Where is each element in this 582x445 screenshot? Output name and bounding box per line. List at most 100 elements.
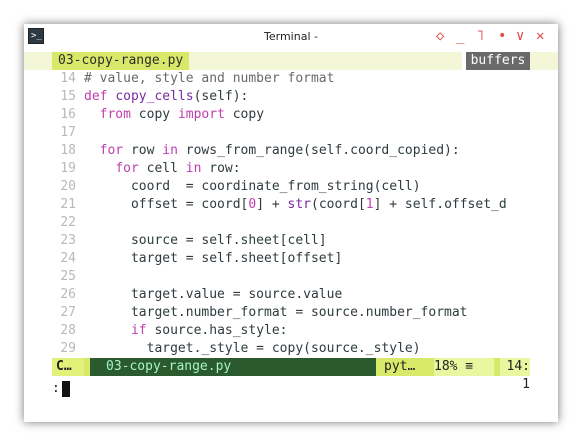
code-token: row [123, 143, 163, 158]
code-token: offset = coord[ [84, 197, 249, 212]
code-token: ] + [256, 197, 288, 212]
cursor-position: 14: 1 [500, 358, 530, 392]
line-number: 19 [60, 161, 76, 176]
code-text: if source.has_style: [84, 322, 288, 340]
code-token: target = self.sheet[offset] [84, 251, 343, 266]
code-text: for cell in row: [84, 160, 241, 178]
code-token: target.value = source.value [84, 287, 343, 302]
code-token: for [115, 161, 139, 176]
code-line: 25 [24, 268, 558, 286]
text-cursor [61, 380, 70, 397]
line-number: 23 [60, 233, 76, 248]
line-number: 22 [60, 215, 76, 230]
code-token: in [162, 143, 178, 158]
code-token: copy [224, 107, 265, 122]
code-text: coord = coordinate_from_string(cell) [84, 178, 421, 196]
code-token: row: [201, 161, 241, 176]
code-token: rows_from_range(self.coord_copied): [177, 143, 460, 158]
line-number: 29 [60, 341, 76, 356]
line-number: 21 [60, 197, 76, 212]
code-line: 22 [24, 214, 558, 232]
code-editor[interactable]: 14 # value, style and number format 15 def … [24, 70, 558, 358]
filename: 03-copy-range.py [106, 359, 232, 374]
code-line: 27 target.number_format = source.number_… [24, 304, 558, 322]
tab-active[interactable]: 03-copy-range.py [52, 52, 190, 70]
code-token: # value, style and number format [84, 71, 335, 86]
line-number: 20 [60, 179, 76, 194]
code-token: cell [138, 161, 186, 176]
line-number: 16 [60, 107, 76, 122]
line-number: 25 [60, 269, 76, 284]
close-icon[interactable]: ✕ [536, 27, 544, 45]
line-number: 14 [60, 71, 76, 86]
code-text: # value, style and number format [84, 70, 334, 88]
code-line: 15 def copy_cells(self): [24, 88, 558, 106]
line-number: 27 [60, 305, 76, 320]
code-line: 28 if source.has_style: [24, 322, 558, 340]
command-line[interactable]: : [52, 380, 70, 398]
code-token: 1 [365, 197, 374, 212]
code-token: (self): [193, 89, 249, 104]
bullet-icon[interactable]: • [498, 27, 506, 45]
code-text: source = self.sheet[cell] [84, 232, 327, 250]
code-token: for [99, 143, 124, 158]
code-token: in [185, 161, 202, 176]
code-token: from [99, 107, 131, 122]
code-token: ] + self.offset_d [373, 197, 507, 212]
code-text: from copy import copy [84, 106, 264, 124]
terminal-window: >_ Terminal - ◇ _ ˥ • ∨ ✕ 03-copy-range.… [24, 24, 558, 422]
code-token: coord = coordinate_from_string(cell) [84, 179, 421, 194]
code-text: offset = coord[0] + str(coord[1] + self.… [84, 196, 507, 214]
filetype: pyt… [384, 358, 424, 376]
code-line: 23 source = self.sheet[cell] [24, 232, 558, 250]
terminal-area[interactable]: 03-copy-range.py buffers 14 # value, styl… [24, 52, 558, 422]
scroll-percent: 18% ≡ [434, 358, 494, 376]
code-text: target.number_format = source.number_for… [84, 304, 468, 322]
code-line: 26 target.value = source.value [24, 286, 558, 304]
code-line: 29 target._style = copy(source._style) [24, 340, 558, 358]
code-line: 19 for cell in row: [24, 160, 558, 178]
line-number: 18 [60, 143, 76, 158]
code-token: source.has_style: [146, 323, 288, 338]
code-token: target._style = copy(source._style) [84, 341, 421, 356]
code-token: copy_cells [115, 89, 194, 104]
buffers-label[interactable]: buffers [466, 52, 530, 70]
line-number: 17 [60, 125, 76, 140]
code-text: target.value = source.value [84, 286, 342, 304]
statusline: C… 03-copy-range.py pyt… 18% ≡ 14: 1 [52, 358, 530, 392]
title-bar: >_ Terminal - ◇ _ ˥ • ∨ ✕ [24, 24, 558, 52]
code-line: 16 from copy import copy [24, 106, 558, 124]
code-text: for row in rows_from_range(self.coord_co… [84, 142, 460, 160]
code-token: if [130, 323, 147, 338]
mode-indicator: C… [52, 358, 84, 376]
code-line: 14 # value, style and number format [24, 70, 558, 88]
code-token: str [287, 197, 311, 212]
code-token: target.number_format = source.number_for… [84, 305, 468, 320]
line-number: 24 [60, 251, 76, 266]
shade-icon[interactable]: ∨ [516, 27, 524, 45]
line-number: 26 [60, 287, 76, 302]
code-line: 18 for row in rows_from_range(self.coord… [24, 142, 558, 160]
code-token: copy [130, 107, 178, 122]
minimize-icon[interactable]: _ [456, 27, 464, 45]
maximize-icon[interactable]: ˥ [476, 27, 484, 45]
window-menu-icon[interactable]: ◇ [436, 27, 444, 45]
code-token: (coord[ [311, 197, 366, 212]
code-line: 24 target = self.sheet[offset] [24, 250, 558, 268]
code-text: target._style = copy(source._style) [84, 340, 421, 358]
tabline: 03-copy-range.py buffers [24, 52, 558, 70]
command-prompt: : [52, 381, 60, 396]
code-text: target = self.sheet[offset] [84, 250, 342, 268]
filename-section: 03-copy-range.py [90, 358, 376, 376]
code-token: import [177, 107, 225, 122]
code-token: def [84, 89, 116, 104]
code-line: 17 [24, 124, 558, 142]
code-token: source = self.sheet[cell] [84, 233, 327, 248]
code-line: 21 offset = coord[0] + str(coord[1] + se… [24, 196, 558, 214]
line-number: 28 [60, 323, 76, 338]
code-line: 20 coord = coordinate_from_string(cell) [24, 178, 558, 196]
